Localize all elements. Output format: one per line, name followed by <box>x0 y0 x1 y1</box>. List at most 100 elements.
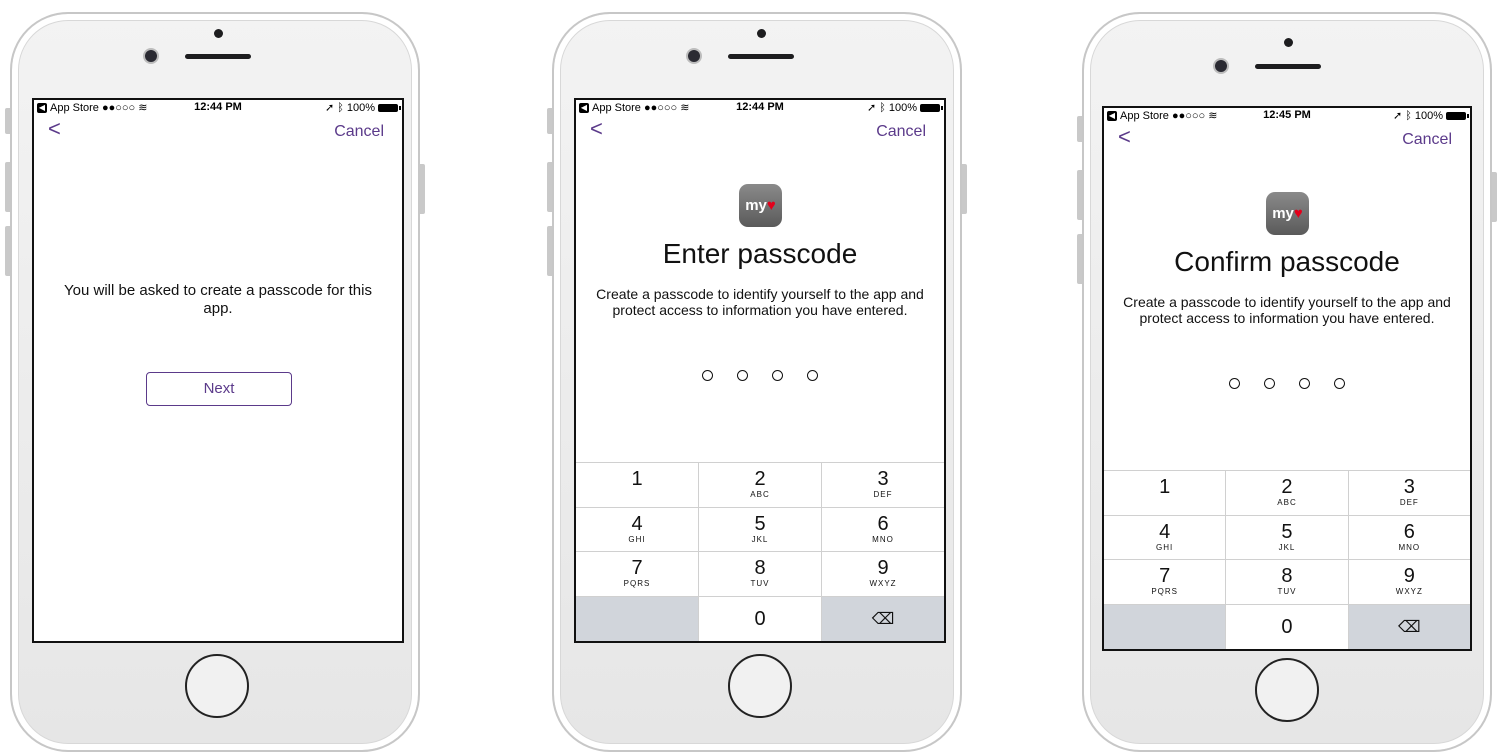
key-number: 2 <box>754 468 766 490</box>
key-4[interactable]: 4 GHI <box>576 507 699 551</box>
key-number: 8 <box>754 557 766 579</box>
key-9[interactable]: 9 WXYZ <box>1349 560 1470 604</box>
volume-up-button <box>547 162 552 212</box>
cancel-button[interactable]: Cancel <box>1402 131 1452 149</box>
mute-switch <box>5 108 10 134</box>
home-button[interactable] <box>728 654 792 718</box>
mute-switch <box>1077 116 1082 142</box>
key-letters: WXYZ <box>869 579 897 588</box>
volume-down-button <box>1077 234 1082 284</box>
phone-3: ◀ App Store ●●○○○ ≋ 12:45 PM ➚ ᛒ 100% < … <box>1077 12 1497 752</box>
power-button <box>420 164 425 214</box>
page-description: Create a passcode to identify yourself t… <box>1123 294 1451 326</box>
key-9[interactable]: 9 WXYZ <box>822 552 944 596</box>
intro-message: You will be asked to create a passcode f… <box>64 282 372 317</box>
key-number: 0 <box>754 607 766 630</box>
passcode-dot <box>772 370 783 381</box>
back-chevron-icon[interactable]: < <box>590 118 603 140</box>
passcode-dots <box>576 368 944 386</box>
key-letters: WXYZ <box>1395 587 1423 596</box>
key-letters: MNO <box>872 534 894 544</box>
keypad-row: 1 2 ABC 3 DEF <box>1104 471 1470 516</box>
key-number: 9 <box>1403 565 1415 587</box>
cancel-button[interactable]: Cancel <box>334 123 384 141</box>
battery-icon <box>1446 111 1469 120</box>
status-right: ➚ ᛒ 100% <box>867 101 943 114</box>
key-6[interactable]: 6 MNO <box>822 508 944 552</box>
heart-mark-icon: ♥ <box>1293 205 1303 222</box>
key-number: 5 <box>754 512 766 535</box>
delete-icon: ⌫ <box>871 610 895 628</box>
status-right: ➚ ᛒ 100% <box>325 101 401 114</box>
key-4[interactable]: 4 GHI <box>1104 515 1227 559</box>
keypad-row: 0 ⌫ <box>576 596 944 641</box>
numeric-keypad: 1 2 ABC 3 DEF 4 GHI 5 JKL 6 MNO 7 PQRS 8 TUV 9W… <box>1104 470 1470 649</box>
key-0[interactable]: 0 <box>699 596 822 641</box>
key-8[interactable]: 8 TUV <box>699 552 822 596</box>
key-1[interactable]: 1 <box>576 463 699 507</box>
screen: ◀ App Store ●●○○○ ≋ 12:44 PM ➚ ᛒ 100% < … <box>574 98 946 643</box>
passcode-dot <box>737 370 748 381</box>
key-number: 6 <box>877 512 889 535</box>
key-letters: JKL <box>751 534 769 544</box>
back-chevron-icon[interactable]: < <box>48 118 61 140</box>
battery-percent: 100% <box>346 101 375 114</box>
delete-key[interactable]: ⌫ <box>1348 604 1470 649</box>
key-8[interactable]: 8 TUV <box>1226 560 1349 604</box>
location-arrow-icon: ➚ <box>325 102 335 114</box>
delete-key[interactable]: ⌫ <box>822 596 944 641</box>
key-number: 5 <box>1281 520 1293 543</box>
home-button[interactable] <box>1255 658 1319 722</box>
phone-2: ◀ App Store ●●○○○ ≋ 12:44 PM ➚ ᛒ 100% < … <box>547 12 967 752</box>
key-letters: TUV <box>1277 587 1297 596</box>
key-number: 8 <box>1281 565 1293 587</box>
bluetooth-icon: ᛒ <box>879 101 886 114</box>
passcode-dot <box>1334 378 1345 389</box>
volume-up-button <box>5 162 10 212</box>
keypad-row: 4 GHI 5 JKL 6 MNO <box>1104 515 1470 560</box>
key-3[interactable]: 3 DEF <box>822 463 944 507</box>
battery-icon <box>920 103 943 112</box>
page-title: Confirm passcode <box>1174 246 1400 277</box>
key-letters: PQRS <box>623 579 651 588</box>
key-1[interactable]: 1 <box>1104 471 1227 515</box>
key-blank <box>576 596 699 641</box>
keypad-row: 0 ⌫ <box>1104 604 1470 649</box>
key-letters: GHI <box>628 534 646 544</box>
key-2[interactable]: 2 ABC <box>699 463 822 507</box>
key-number: 1 <box>1159 476 1171 498</box>
app-logo-text: my <box>1272 205 1294 222</box>
passcode-dot <box>702 370 713 381</box>
key-number: 3 <box>1403 476 1415 498</box>
keypad-row: 1 2 ABC 3 DEF <box>576 463 944 508</box>
back-chevron-icon[interactable]: < <box>1118 126 1131 148</box>
heart-mark-icon: ♥ <box>766 197 776 214</box>
key-6[interactable]: 6 MNO <box>1349 516 1470 560</box>
key-2[interactable]: 2 ABC <box>1226 471 1349 515</box>
key-3[interactable]: 3 DEF <box>1349 471 1470 515</box>
cancel-button[interactable]: Cancel <box>876 123 926 141</box>
key-blank <box>1104 604 1227 649</box>
key-letters: TUV <box>750 579 770 588</box>
key-5[interactable]: 5 JKL <box>1226 515 1349 559</box>
earpiece-speaker <box>728 54 794 59</box>
home-button[interactable] <box>185 654 249 718</box>
status-right: ➚ ᛒ 100% <box>1393 109 1469 122</box>
phone-1: ◀ App Store ●●○○○ ≋ 12:44 PM ➚ ᛒ 100% < … <box>5 12 425 752</box>
keypad-row: 4 GHI 5 JKL 6 MNO <box>576 507 944 552</box>
bluetooth-icon: ᛒ <box>337 101 344 114</box>
key-7[interactable]: 7 PQRS <box>576 552 699 596</box>
power-button <box>1492 172 1497 222</box>
battery-percent: 100% <box>1414 109 1443 122</box>
next-button[interactable]: Next <box>146 372 292 406</box>
front-camera <box>688 50 700 62</box>
key-7[interactable]: 7 PQRS <box>1104 560 1227 604</box>
page-title: Enter passcode <box>662 238 858 269</box>
passcode-dot <box>1299 378 1310 389</box>
key-letters: DEF <box>1399 498 1419 507</box>
key-5[interactable]: 5 JKL <box>699 507 822 551</box>
key-0[interactable]: 0 <box>1226 604 1349 649</box>
key-number: 6 <box>1403 520 1415 543</box>
key-number: 1 <box>631 468 643 490</box>
app-logo-text: my <box>745 197 767 214</box>
